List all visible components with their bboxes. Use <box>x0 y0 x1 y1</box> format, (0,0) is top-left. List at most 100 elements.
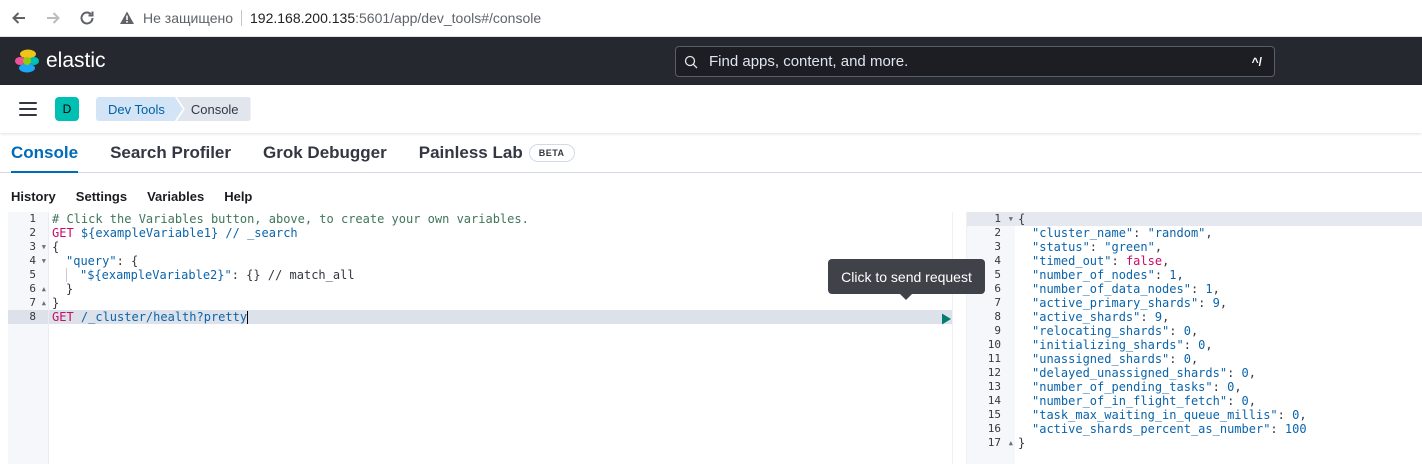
menu-help[interactable]: Help <box>224 189 252 204</box>
code-line: { <box>52 240 60 254</box>
line-number-text: 4 <box>994 254 1001 267</box>
tab-grok-debugger[interactable]: Grok Debugger <box>263 133 387 172</box>
tab-console[interactable]: Console <box>11 133 79 173</box>
global-search-input[interactable]: Find apps, content, and more. ^/ <box>675 46 1275 77</box>
json-punct: , <box>1154 240 1163 254</box>
json-punct: , <box>1190 324 1199 338</box>
json-value: 100 <box>1284 422 1307 436</box>
line-number-text: 3 <box>994 240 1001 253</box>
request-editor[interactable]: 1 2 3 ▼ 4 ▼ 5 6 ▲ 7 ▲ 8 # Click the Variable… <box>8 212 972 464</box>
request-gutter: 1 2 3 ▼ 4 ▼ 5 6 ▲ 7 ▲ 8 <box>8 212 48 464</box>
line-number: 1 <box>29 212 36 225</box>
json-key: "number_of_nodes" <box>1032 268 1155 282</box>
line-number-text: 5 <box>994 268 1001 281</box>
json-key: "query" <box>66 254 117 268</box>
line-number-text: 1 <box>994 212 1001 225</box>
text-cursor <box>247 311 249 324</box>
fold-down-icon[interactable]: ▼ <box>1009 212 1013 226</box>
line-number: 6 ▲ <box>8 282 48 296</box>
json-key: "task_max_waiting_in_queue_millis" <box>1032 408 1278 422</box>
breadcrumb-dev-tools[interactable]: Dev Tools <box>96 97 183 121</box>
fold-up-icon[interactable]: ▲ <box>42 282 46 296</box>
json-punct: , <box>1162 254 1170 268</box>
line-number: 3 <box>967 240 1015 254</box>
json-value: 1 <box>1169 268 1177 282</box>
browser-toolbar: Не защищено 192.168.200.135:5601/app/dev… <box>0 0 1422 37</box>
forward-arrow-icon[interactable] <box>43 8 63 28</box>
tab-painless-lab[interactable]: Painless Lab BETA <box>419 133 575 172</box>
search-placeholder: Find apps, content, and more. <box>709 53 909 70</box>
json-value: 0 <box>1183 352 1191 366</box>
response-editor: 1 ▼ 2 3 4 5 6 7 8 9 10 11 12 13 14 15 16 17 ▲ {"cluster_na… <box>967 212 1422 464</box>
panel-resizer[interactable] <box>952 212 967 464</box>
back-arrow-icon[interactable] <box>9 8 29 28</box>
code-line-active: GET /_cluster/health?pretty <box>49 310 952 324</box>
json-key: "active_shards" <box>1032 310 1141 324</box>
json-value: 0 <box>1241 366 1249 380</box>
json-punct: : { <box>116 254 139 268</box>
indent-guide <box>66 268 80 282</box>
json-punct: , <box>1176 268 1184 282</box>
line-number-text: 10 <box>987 338 1001 351</box>
send-request-tooltip: Click to send request <box>828 259 985 300</box>
json-key: "number_of_data_nodes" <box>1032 282 1191 296</box>
code-line: "number_of_nodes": 1, <box>1032 268 1184 282</box>
response-gutter: 1 ▼ 2 3 4 5 6 7 8 9 10 11 12 13 14 15 16 17 ▲ <box>967 212 1015 464</box>
line-number: 7 <box>967 296 1015 310</box>
json-punct: , <box>1234 380 1242 394</box>
json-punct: , <box>1162 310 1170 324</box>
line-number-text: 11 <box>987 352 1001 365</box>
breadcrumb-console: Console <box>176 97 251 121</box>
tab-search-profiler[interactable]: Search Profiler <box>110 133 231 172</box>
json-key: "delayed_unassigned_shards" <box>1032 366 1228 380</box>
line-number: 8 <box>8 310 48 324</box>
line-number-text: 8 <box>994 310 1001 323</box>
console-menu: History Settings Variables Help <box>0 186 272 206</box>
code-line: "task_max_waiting_in_queue_millis": 0, <box>1032 408 1307 422</box>
fold-down-icon[interactable]: ▼ <box>42 254 46 268</box>
json-punct: : {} // match_all <box>231 268 355 282</box>
json-value: 1 <box>1205 282 1213 296</box>
fold-up-icon[interactable]: ▲ <box>42 296 46 310</box>
json-key: "relocating_shards" <box>1032 324 1170 338</box>
code-line: "number_of_in_flight_fetch": 0, <box>1032 394 1256 408</box>
space-avatar[interactable]: D <box>55 97 79 121</box>
code-line: { <box>1015 212 1422 226</box>
http-method: GET <box>52 226 74 240</box>
menu-variables[interactable]: Variables <box>147 189 204 204</box>
elastic-logo[interactable]: elastic <box>14 48 106 74</box>
fold-up-icon[interactable]: ▲ <box>1009 436 1013 450</box>
json-key: "unassigned_shards" <box>1032 352 1170 366</box>
play-icon[interactable] <box>939 312 953 326</box>
line-number: 11 <box>967 352 1015 366</box>
line-number: 3 ▼ <box>8 240 48 254</box>
hamburger-menu-icon[interactable] <box>19 102 37 116</box>
insecure-label: Не защищено <box>143 10 233 26</box>
address-bar[interactable]: Не защищено 192.168.200.135:5601/app/dev… <box>119 10 541 26</box>
logo-text: elastic <box>46 49 106 72</box>
line-number-text: 9 <box>994 324 1001 337</box>
menu-settings[interactable]: Settings <box>76 189 127 204</box>
request-path: /_cluster/health?pretty <box>73 310 248 324</box>
line-number-text: 6 <box>29 282 36 295</box>
line-number-text: 3 <box>29 240 36 253</box>
tab-label: Console <box>11 142 79 162</box>
line-number: 17 ▲ <box>967 436 1015 450</box>
request-code[interactable]: # Click the Variables button, above, to … <box>48 212 972 464</box>
menu-history[interactable]: History <box>11 189 56 204</box>
line-number: 9 <box>967 324 1015 338</box>
line-number-text: 4 <box>29 254 36 267</box>
fold-down-icon[interactable]: ▼ <box>42 240 46 254</box>
reload-icon[interactable] <box>77 8 97 28</box>
json-key: "active_primary_shards" <box>1032 296 1199 310</box>
line-number: 2 <box>29 226 36 239</box>
json-value: "green" <box>1104 240 1155 254</box>
line-number: 5 <box>29 268 36 281</box>
code-line: "unassigned_shards": 0, <box>1032 352 1199 366</box>
code-line: "number_of_pending_tasks": 0, <box>1032 380 1242 394</box>
code-line: "number_of_data_nodes": 1, <box>1032 282 1220 296</box>
line-number: 10 <box>967 338 1015 352</box>
line-number-text: 13 <box>987 380 1001 393</box>
json-value: false <box>1125 254 1163 268</box>
line-number-text: 12 <box>987 366 1001 379</box>
